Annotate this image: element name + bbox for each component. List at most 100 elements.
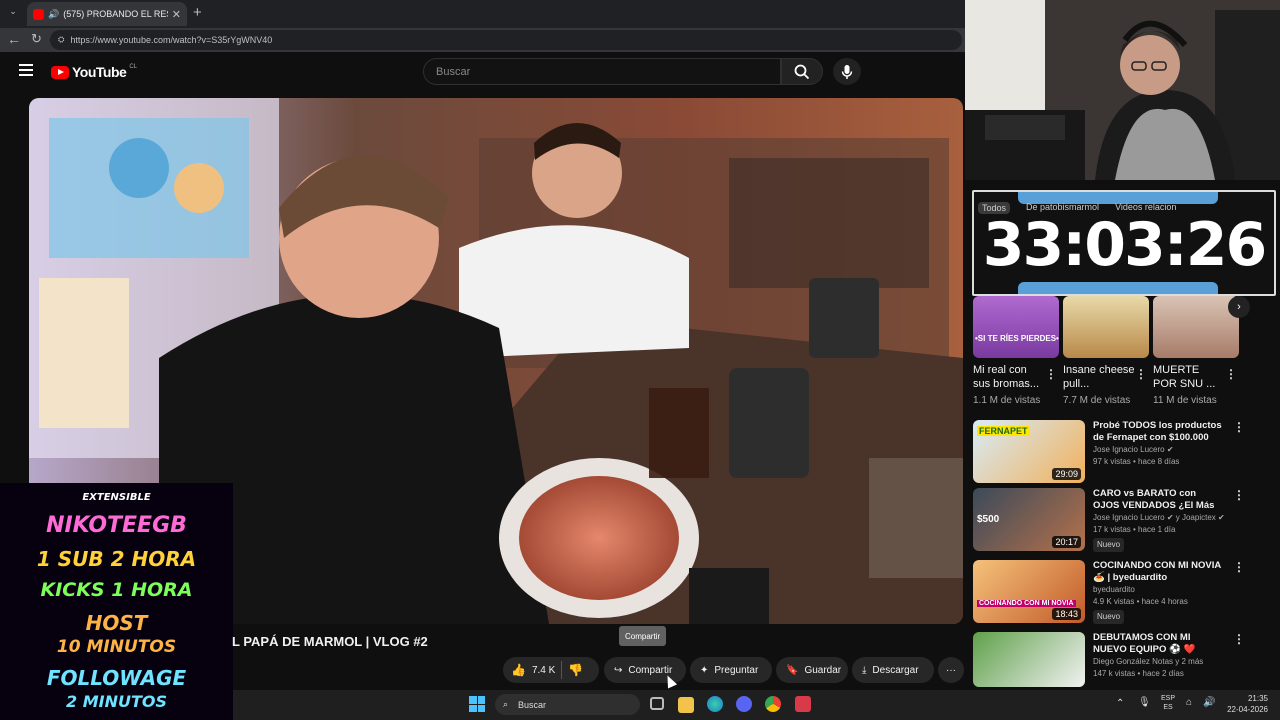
app-icon-red[interactable] [795,696,811,712]
voice-search-button[interactable] [833,58,861,85]
thumbs-down-icon[interactable]: 👎 [568,663,583,677]
like-dislike-group: 👍 7.4 K 👎 [503,657,599,683]
search-button[interactable] [781,58,823,85]
recommended-title[interactable]: CARO vs BARATO con OJOS VENDADOS ¿El Más… [1093,488,1225,512]
recommended-item[interactable]: $500 20:17 CARO vs BARATO con OJOS VENDA… [973,488,1245,552]
short-thumbnail-3[interactable] [1153,296,1239,358]
more-actions-button[interactable]: ··· [938,657,964,683]
more-horizontal-icon: ··· [946,664,956,676]
recommended-info: COCINANDO CON MI NOVIA 🍝 | byeduardito b… [1093,560,1225,624]
download-button[interactable]: ⤓ Descargar [852,657,934,683]
recommended-menu-icon[interactable]: ⋮ [1233,632,1245,687]
tray-chevron-icon[interactable]: ⌃ [1116,698,1124,709]
youtube-wordmark: YouTube [72,64,127,80]
task-view-icon[interactable] [650,697,664,710]
taskbar-search[interactable]: ⌕ Buscar [495,694,640,715]
overlay-line-host: HOST [85,610,148,635]
search-input[interactable]: Buscar [423,58,781,85]
thumbs-up-icon: 👍 [511,663,526,677]
tray-mic-icon[interactable]: 🎙 [1138,697,1151,708]
video-title: L PAPÁ DE MARMOL | VLOG #2 [232,634,428,649]
discord-icon[interactable] [736,696,752,712]
clock-date: 22-04-2026 [1227,705,1268,714]
close-tab-icon[interactable]: ✕ [172,8,181,21]
microphone-icon [841,64,853,79]
short-title-1[interactable]: Mi real con sus bromas... [973,363,1045,391]
recommended-item[interactable]: COCINANDO CON MI NOVIA 18:43 COCINANDO C… [973,560,1245,624]
back-arrow-icon[interactable]: ← [7,31,21,47]
recommended-channel[interactable]: Diego González Notas y 2 más [1093,656,1225,668]
recommended-meta: 147 k vistas • hace 2 días [1093,669,1184,678]
recommended-title[interactable]: DEBUTAMOS CON MI NUEVO EQUIPO ⚽ ❤️ [1093,632,1225,656]
speaker-icon[interactable]: 🔊 [48,9,59,20]
short-views-1: 1.1 M de vistas [973,395,1041,406]
file-explorer-icon[interactable] [678,697,694,713]
stream-overlay-banner: EXTENSIBLE NIKOTEEGB 1 SUB 2 HORA KICKS … [0,483,233,720]
taskbar-search-icon: ⌕ [503,699,509,709]
windows-start-icon[interactable] [469,696,485,712]
browser-tab-youtube[interactable]: 🔊 (575) PROBANDO EL RESTAUR ✕ [27,2,187,26]
save-button[interactable]: 🔖 Guardar [776,657,848,683]
recommended-info: DEBUTAMOS CON MI NUEVO EQUIPO ⚽ ❤️ Diego… [1093,632,1225,687]
overlay-line-sub: 1 SUB 2 HORA [36,547,197,572]
chrome-icon[interactable] [765,696,781,712]
language-indicator[interactable]: ESP ES [1161,694,1175,712]
thumbnail-text: $500 [977,514,1000,525]
short-title-3[interactable]: MUERTE POR SNU ... [1153,363,1225,391]
recommended-channel[interactable]: Jose Ignacio Lucero ✔ y Joapictex ✔ [1093,512,1225,524]
recommended-thumbnail[interactable] [973,632,1085,687]
overlay-line-kicks: KICKS 1 HORA [40,579,193,602]
ask-label: Preguntar [714,664,759,676]
clock-time: 21:35 [1247,694,1268,703]
recommended-item[interactable]: FERNAPET 29:09 Probé TODOS los productos… [973,420,1245,483]
recommended-menu-icon[interactable]: ⋮ [1233,488,1245,552]
recommended-title[interactable]: Probé TODOS los productos de Fernapet co… [1093,420,1225,444]
recommended-item[interactable]: DEBUTAMOS CON MI NUEVO EQUIPO ⚽ ❤️ Diego… [973,632,1245,687]
volume-icon[interactable]: 🔊 [1203,697,1215,708]
short-thumbnail-1[interactable]: •SI TE RÍES PIERDES• [973,296,1059,358]
shorts-next-button[interactable]: › [1228,296,1250,318]
short-overlay-text: •SI TE RÍES PIERDES• [975,334,1059,343]
short-menu-1[interactable]: ⋮ [1045,367,1057,381]
ask-button[interactable]: ✦ Preguntar [690,657,772,683]
short-menu-3[interactable]: ⋮ [1225,367,1237,381]
recommended-menu-icon[interactable]: ⋮ [1233,420,1245,483]
recommended-meta: 97 k vistas • hace 8 días [1093,457,1180,466]
video-duration: 18:43 [1052,608,1081,620]
recommended-title[interactable]: COCINANDO CON MI NOVIA 🍝 | byeduardito [1093,560,1225,584]
recommended-channel[interactable]: Jose Ignacio Lucero ✔ [1093,444,1225,456]
sparkle-icon: ✦ [700,664,709,676]
menu-hamburger-icon[interactable] [19,64,33,76]
url-text: https://www.youtube.com/watch?v=S35rYgWN… [70,35,273,45]
overlay-line-followage-time: 2 MINUTOS [66,691,167,711]
search-placeholder: Buscar [436,65,471,78]
clock[interactable]: 21:35 22-04-2026 [1222,693,1268,715]
network-icon[interactable]: ⌂ [1186,697,1192,708]
recommended-menu-icon[interactable]: ⋮ [1233,560,1245,624]
keyboard-layout: ES [1163,704,1173,711]
tab-search-icon[interactable]: ⌄ [6,6,20,20]
overlay-line-host-time: 10 MINUTOS [56,636,177,657]
language-code: ESP [1161,695,1176,702]
youtube-logo[interactable]: YouTube CL [51,64,137,80]
short-thumbnail-2[interactable] [1063,296,1149,358]
short-menu-2[interactable]: ⋮ [1135,367,1147,381]
like-button[interactable]: 👍 7.4 K [511,663,555,677]
download-icon: ⤓ [862,664,867,676]
edge-browser-icon[interactable] [707,696,723,712]
address-bar[interactable]: ⛭ https://www.youtube.com/watch?v=S35rYg… [50,30,962,50]
new-tab-button[interactable]: + [193,4,202,21]
new-badge: Nuevo [1093,538,1125,552]
short-title-2[interactable]: Insane cheese pull... [1063,363,1135,391]
recommended-thumbnail[interactable]: COCINANDO CON MI NOVIA 18:43 [973,560,1085,623]
recommended-channel[interactable]: byeduardito [1093,584,1225,596]
recommended-thumbnail[interactable]: FERNAPET 29:09 [973,420,1085,483]
tab-title: (575) PROBANDO EL RESTAUR [63,9,168,19]
thumbnail-text: COCINANDO CON MI NOVIA [977,600,1076,607]
recommended-info: Probé TODOS los productos de Fernapet co… [1093,420,1225,483]
reload-icon[interactable]: ↻ [31,31,42,47]
thumbnail-text: FERNAPET [977,426,1030,436]
like-count: 7.4 K [531,664,556,676]
site-info-icon[interactable]: ⛭ [58,35,64,45]
recommended-thumbnail[interactable]: $500 20:17 [973,488,1085,551]
